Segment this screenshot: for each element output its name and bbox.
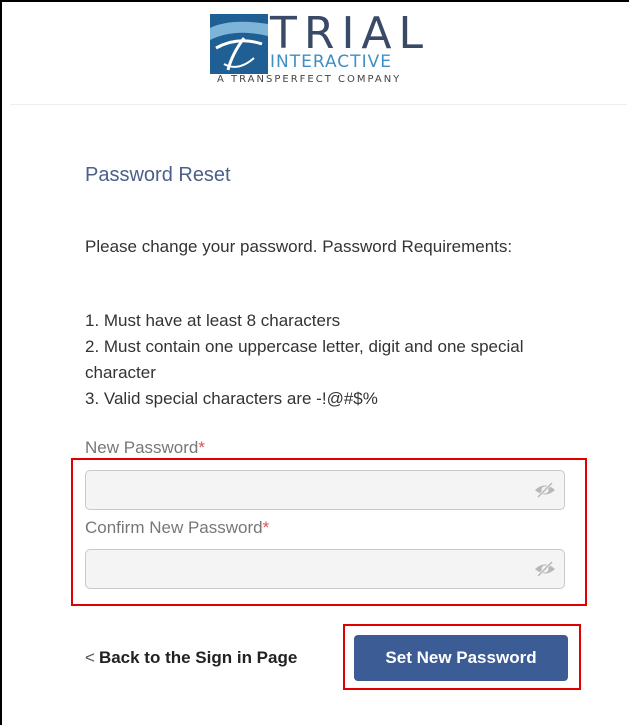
requirements-list: 1. Must have at least 8 characters 2. Mu… (85, 308, 545, 412)
back-link-label: Back to the Sign in Page (98, 648, 298, 667)
page-title: Password Reset (85, 164, 231, 186)
password-fields-highlight (71, 458, 587, 606)
logo-tagline: A TRANSPERFECT COMPANY (217, 74, 402, 85)
logo-subtitle: INTERACTIVE (270, 52, 392, 72)
requirement-item: 3. Valid special characters are -!@#$% (85, 389, 378, 408)
trial-interactive-logo: TRIAL INTERACTIVE A TRANSPERFECT COMPANY (210, 8, 450, 86)
new-password-label: New Password* (85, 438, 205, 458)
back-to-sign-in-link[interactable]: < Back to the Sign in Page (85, 648, 297, 668)
logo-mark-icon (210, 14, 268, 74)
intro-text: Please change your password. Password Re… (85, 237, 513, 256)
chevron-left-icon: < (85, 648, 95, 667)
header: TRIAL INTERACTIVE A TRANSPERFECT COMPANY (10, 8, 627, 105)
new-password-label-text: New Password (85, 438, 199, 457)
requirement-item: 1. Must have at least 8 characters (85, 311, 341, 330)
required-marker: * (198, 438, 205, 457)
requirement-item: 2. Must contain one uppercase letter, di… (85, 337, 524, 382)
set-new-password-button[interactable]: Set New Password (354, 635, 568, 681)
